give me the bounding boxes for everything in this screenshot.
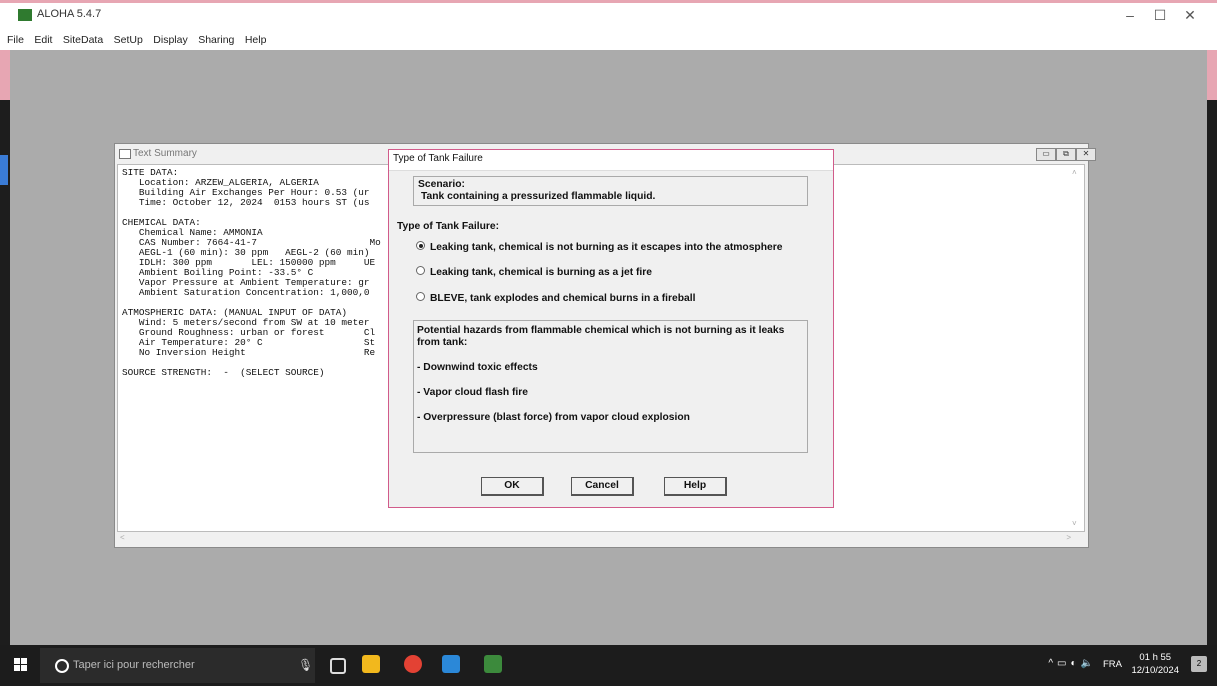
- taskbar-search[interactable]: Taper ici pour rechercher 🎙: [40, 648, 315, 683]
- scroll-down-icon[interactable]: ˅: [1072, 519, 1077, 528]
- scroll-right-icon[interactable]: >: [1066, 533, 1071, 542]
- hazards-box: Potential hazards from flammable chemica…: [413, 320, 808, 453]
- right-edge: [1207, 100, 1217, 645]
- ok-button[interactable]: OK: [481, 477, 544, 496]
- notification-icon[interactable]: 2: [1191, 656, 1207, 672]
- radio-leaking-not-burning[interactable]: Leaking tank, chemical is not burning as…: [416, 241, 782, 253]
- aloha-taskbar-icon[interactable]: [484, 655, 502, 673]
- horizontal-scrollbar[interactable]: < >: [117, 532, 1085, 546]
- radio-selected-icon[interactable]: [416, 241, 425, 250]
- scroll-up-icon[interactable]: ˄: [1072, 168, 1077, 177]
- close-button[interactable]: ✕: [1175, 7, 1205, 24]
- radio-label: Leaking tank, chemical is not burning as…: [430, 242, 783, 253]
- aloha-app-icon: [18, 9, 32, 21]
- text-summary-title: Text Summary: [133, 148, 197, 159]
- ts-restore-button[interactable]: ⧉: [1056, 148, 1076, 161]
- scroll-left-icon[interactable]: <: [120, 533, 125, 542]
- menu-file[interactable]: File: [4, 31, 27, 46]
- taskbar: Taper ici pour rechercher 🎙 ^▭◐🔈 FRA 01 …: [0, 645, 1217, 686]
- menu-bar: File Edit SiteData SetUp Display Sharing…: [0, 30, 1217, 50]
- radio-unselected-icon[interactable]: [416, 266, 425, 275]
- hazard-item: - Downwind toxic effects: [417, 362, 538, 373]
- hazard-item: - Overpressure (blast force) from vapor …: [417, 412, 690, 423]
- app-icon[interactable]: [442, 655, 460, 673]
- file-explorer-icon[interactable]: [362, 655, 380, 673]
- app-title: ALOHA 5.4.7: [37, 8, 102, 20]
- scenario-text: Tank containing a pressurized flammable …: [421, 191, 656, 202]
- window-icon: [119, 149, 131, 159]
- chrome-icon[interactable]: [404, 655, 422, 673]
- clock-date: 12/10/2024: [1131, 665, 1179, 676]
- left-edge-marker: [0, 155, 8, 185]
- help-button[interactable]: Help: [664, 477, 727, 496]
- menu-setup[interactable]: SetUp: [111, 31, 146, 46]
- tank-failure-dialog: Type of Tank Failure Scenario: Tank cont…: [388, 149, 834, 508]
- dialog-title: Type of Tank Failure: [389, 150, 833, 171]
- language-indicator[interactable]: FRA: [1103, 659, 1122, 670]
- windows-start-icon[interactable]: [14, 658, 28, 672]
- minimize-button[interactable]: –: [1115, 7, 1145, 23]
- clock-time: 01 h 55: [1139, 652, 1172, 663]
- search-placeholder: Taper ici pour rechercher: [73, 659, 195, 671]
- scenario-label: Scenario:: [418, 179, 465, 190]
- radio-jet-fire[interactable]: Leaking tank, chemical is burning as a j…: [416, 266, 652, 278]
- radio-label: BLEVE, tank explodes and chemical burns …: [430, 293, 696, 304]
- clock[interactable]: 01 h 55 12/10/2024: [1131, 651, 1179, 677]
- menu-display[interactable]: Display: [150, 31, 190, 46]
- radio-unselected-icon[interactable]: [416, 292, 425, 301]
- menu-edit[interactable]: Edit: [31, 31, 55, 46]
- aloha-window: ALOHA 5.4.7 – ☐ ✕ File Edit SiteData Set…: [0, 0, 1217, 645]
- microphone-icon[interactable]: 🎙: [298, 658, 313, 672]
- cortana-icon: [55, 659, 69, 673]
- radio-bleve-fireball[interactable]: BLEVE, tank explodes and chemical burns …: [416, 292, 696, 304]
- hazard-item: - Vapor cloud flash fire: [417, 387, 528, 398]
- ts-minimize-button[interactable]: ▭: [1036, 148, 1056, 161]
- scenario-box: Scenario: Tank containing a pressurized …: [413, 176, 808, 206]
- vertical-scrollbar[interactable]: ˄ ˅: [1072, 166, 1084, 530]
- task-view-icon[interactable]: [330, 658, 346, 674]
- system-tray-icons[interactable]: ^▭◐🔈: [1048, 658, 1097, 669]
- cancel-button[interactable]: Cancel: [571, 477, 634, 496]
- hazards-title: Potential hazards from flammable chemica…: [417, 325, 785, 348]
- radio-label: Leaking tank, chemical is burning as a j…: [430, 267, 653, 278]
- menu-sharing[interactable]: Sharing: [195, 31, 237, 46]
- tank-failure-type-label: Type of Tank Failure:: [397, 221, 500, 232]
- maximize-button[interactable]: ☐: [1145, 7, 1175, 24]
- menu-sitedata[interactable]: SiteData: [60, 31, 106, 46]
- menu-help[interactable]: Help: [242, 31, 270, 46]
- title-bar: ALOHA 5.4.7 – ☐ ✕: [0, 0, 1217, 30]
- ts-close-button[interactable]: ✕: [1076, 148, 1096, 161]
